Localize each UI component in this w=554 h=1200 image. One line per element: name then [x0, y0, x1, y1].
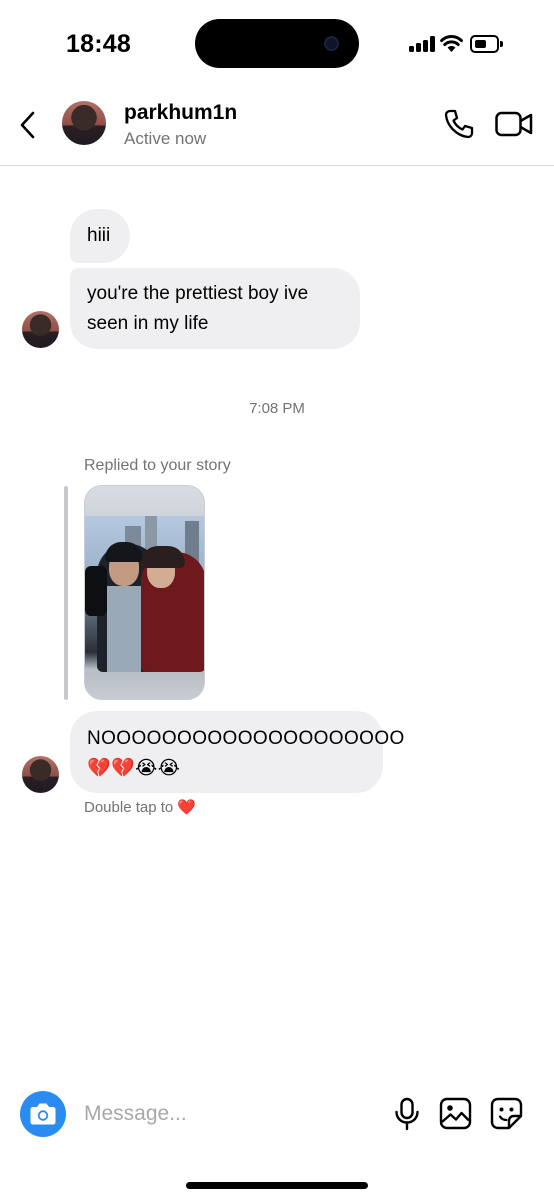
- avatar[interactable]: [22, 756, 59, 793]
- avatar[interactable]: [62, 101, 106, 145]
- front-camera-icon: [324, 36, 339, 51]
- story-reply-message[interactable]: NOOOOOOOOOOOOOOOOOOOO 💔💔😭😭: [70, 711, 404, 793]
- status-time: 18:48: [66, 30, 131, 58]
- chevron-left-icon[interactable]: [16, 110, 40, 140]
- home-indicator[interactable]: [186, 1182, 368, 1189]
- story-thumbnail[interactable]: [84, 485, 205, 700]
- double-tap-text: Double tap to: [84, 799, 174, 816]
- chat-header: parkhum1n Active now: [0, 86, 554, 166]
- dynamic-island: [195, 19, 359, 68]
- double-tap-hint[interactable]: Double tap to ❤️: [84, 798, 196, 816]
- cellular-signal-icon: [409, 36, 435, 52]
- message-bubble[interactable]: you're the prettiest boy ive seen in my …: [70, 268, 360, 349]
- username[interactable]: parkhum1n: [124, 101, 237, 125]
- camera-icon: [30, 1103, 56, 1125]
- message-bubble[interactable]: hiii: [70, 209, 130, 263]
- microphone-icon[interactable]: [393, 1097, 421, 1131]
- wifi-icon: [440, 35, 463, 52]
- heart-icon: ❤️: [177, 799, 197, 816]
- avatar[interactable]: [22, 311, 59, 348]
- presence-status: Active now: [124, 129, 207, 148]
- status-bar: 18:48: [0, 0, 554, 86]
- reply-indicator-bar: [64, 486, 68, 700]
- message-timestamp: 7:08 PM: [249, 400, 305, 417]
- story-reply-caption: Replied to your story: [84, 457, 231, 474]
- phone-icon[interactable]: [443, 108, 475, 140]
- message-composer: [0, 1085, 554, 1145]
- image-icon[interactable]: [439, 1097, 472, 1130]
- message-input[interactable]: [84, 1099, 364, 1129]
- video-camera-icon[interactable]: [495, 111, 533, 137]
- battery-icon: [470, 35, 504, 53]
- sticker-icon[interactable]: [490, 1097, 523, 1130]
- camera-button[interactable]: [20, 1091, 66, 1137]
